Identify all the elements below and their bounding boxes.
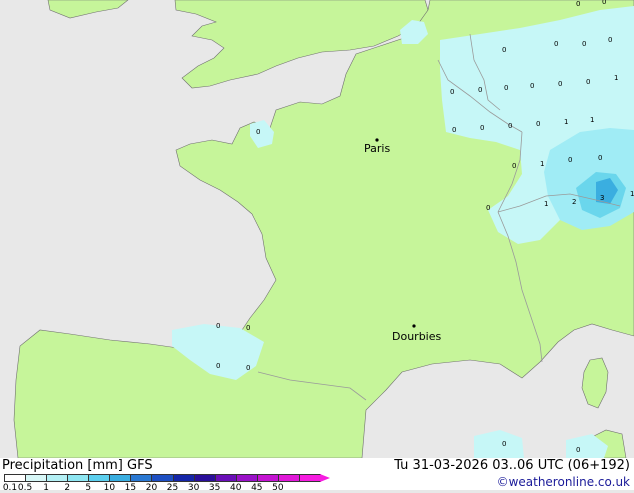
precip-value-cell: 0 xyxy=(502,46,506,54)
legend-swatch xyxy=(235,474,258,482)
precip-value-cell: 0 xyxy=(246,324,250,332)
legend-tick-label: 0.1 xyxy=(2,483,18,493)
precip-value-cell: 3 xyxy=(600,194,604,202)
city-paris-label: Paris xyxy=(364,142,390,155)
weather-map-app: 00000010000000110010012310000000000 Pari… xyxy=(0,0,634,493)
precip-value-cell: 1 xyxy=(544,200,548,208)
city-dourbies-label: Dourbies xyxy=(392,330,442,343)
legend-tick-label: 1 xyxy=(43,483,49,493)
legend-tick-label: 10 xyxy=(103,483,116,493)
legend-swatch xyxy=(256,474,279,482)
legend-tick-label: 45 xyxy=(251,483,263,493)
precip-value-cell: 0 xyxy=(450,88,454,96)
precip-value-cell: 1 xyxy=(540,160,544,168)
precip-value-cell: 0 xyxy=(576,446,580,454)
legend-swatch xyxy=(151,474,174,482)
precip-value-cell: 0 xyxy=(558,80,562,88)
precipitation-map[interactable]: 0 0 0 0 0 0 1 0 0 0 0 0 0 0 1 1 0 0 1 0 0 1 2 3 1 0 0 0 0 0 0 0 0 0 0 Pari… xyxy=(0,0,634,458)
precip-value-cell: 1 xyxy=(564,118,568,126)
precip-value-cell: 0 xyxy=(554,40,558,48)
legend-tick-label: 2 xyxy=(64,483,71,493)
legend-swatch xyxy=(130,474,153,482)
precip-value-cell: 1 xyxy=(614,74,618,82)
legend-swatch xyxy=(67,474,90,482)
precip-value-cell: 0 xyxy=(536,120,540,128)
precip-value-cell: 0 xyxy=(512,162,516,170)
precip-value-cell: 0 xyxy=(598,154,602,162)
legend-tick-label: 5 xyxy=(85,483,92,493)
legend-tick-label: 40 xyxy=(229,483,242,493)
precip-value-cell: 0 xyxy=(246,364,250,372)
legend-tick-label: 30 xyxy=(187,483,200,493)
precip-value-cell: 0 xyxy=(480,124,484,132)
precip-value-cell: 0 xyxy=(576,0,580,8)
dourbies-marker xyxy=(412,324,416,328)
legend-swatch xyxy=(88,474,111,482)
precip-value-cell: 0 xyxy=(216,322,220,330)
legend-arrow xyxy=(320,474,330,482)
product-title: Precipitation [mm] GFS xyxy=(2,458,153,473)
legend-swatch xyxy=(193,474,216,482)
legend-swatch xyxy=(4,474,27,482)
precip-value-cell: 0 xyxy=(256,128,260,136)
legend-swatch xyxy=(298,474,321,482)
precip-value-cell: 1 xyxy=(630,190,634,198)
precip-value-cell: 0 xyxy=(508,122,512,130)
precip-value-cell: 0 xyxy=(582,40,586,48)
precip-value-cell: 0 xyxy=(568,156,572,164)
precip-value-cell: 0 xyxy=(478,86,482,94)
legend-tick-label: 25 xyxy=(166,483,179,493)
precip-value-cell: 0 xyxy=(602,0,606,6)
legend-tick-label: 0.5 xyxy=(17,483,33,493)
precip-value-cell: 0 xyxy=(608,36,612,44)
precip-value-cell: 0 xyxy=(216,362,220,370)
legend-tick-label: 35 xyxy=(208,483,221,493)
precip-value-cell: 0 xyxy=(452,126,456,134)
footer-bar: Precipitation [mm] GFS Tu 31-03-2026 03.… xyxy=(0,458,634,493)
precip-value-cell: 0 xyxy=(502,440,506,448)
precip-color-legend: 0.1 0.5 1 2 5 10 15 20 25 30 35 40 45 50 xyxy=(3,474,330,493)
legend-swatch xyxy=(172,474,195,482)
precip-value-cell: 0 xyxy=(530,82,534,90)
legend-tick-label: 20 xyxy=(145,483,158,493)
precip-value-cell: 2 xyxy=(572,198,576,206)
legend-swatch xyxy=(109,474,132,482)
source-credit-link[interactable]: ©weatheronline.co.uk xyxy=(497,475,630,489)
precip-value-cell: 1 xyxy=(590,116,594,124)
precip-value-cell: 0 xyxy=(586,78,590,86)
legend-tick-label: 50 xyxy=(272,483,284,493)
legend-tick-label: 15 xyxy=(124,483,137,493)
legend-swatch xyxy=(25,474,48,482)
legend-swatch xyxy=(46,474,69,482)
forecast-runtime: Tu 31-03-2026 03..06 UTC (06+192) xyxy=(394,458,630,473)
precip-value-cell: 0 xyxy=(504,84,508,92)
legend-swatch xyxy=(214,474,237,482)
legend-swatch xyxy=(277,474,300,482)
precip-value-cell: 0 xyxy=(486,204,490,212)
